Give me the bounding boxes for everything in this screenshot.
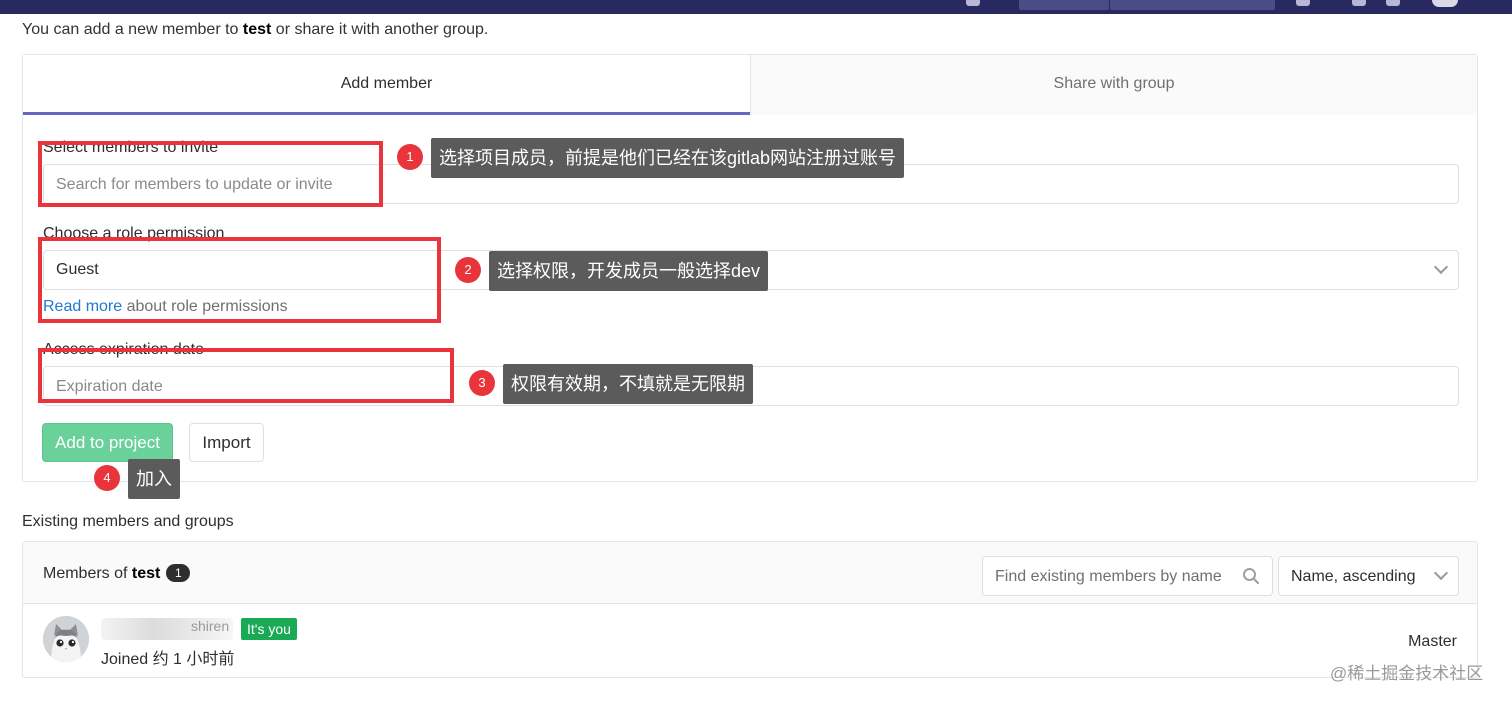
sort-dropdown[interactable]: Name, ascending bbox=[1278, 556, 1459, 596]
highlight-box-expiration bbox=[38, 348, 454, 403]
add-to-project-button[interactable]: Add to project bbox=[42, 423, 173, 462]
find-members-placeholder: Find existing members by name bbox=[995, 568, 1222, 585]
import-button[interactable]: Import bbox=[189, 423, 264, 462]
navbar-search-segment[interactable] bbox=[1019, 0, 1109, 10]
members-title: Members of test 1 bbox=[43, 564, 191, 583]
annotation-callout-3: 权限有效期，不填就是无限期 bbox=[503, 364, 753, 404]
intro-prefix: You can add a new member to bbox=[22, 21, 243, 38]
chevron-down-icon bbox=[1433, 259, 1449, 275]
sort-selected-value: Name, ascending bbox=[1291, 568, 1416, 585]
chevron-down-icon bbox=[1433, 565, 1449, 581]
annotation-marker-3: 3 bbox=[469, 370, 495, 396]
members-title-prefix: Members of bbox=[43, 565, 132, 582]
merge-requests-icon[interactable] bbox=[1352, 0, 1366, 6]
todos-icon[interactable] bbox=[1386, 0, 1400, 6]
avatar bbox=[43, 616, 89, 662]
annotation-marker-4: 4 bbox=[94, 465, 120, 491]
annotation-marker-2: 2 bbox=[455, 257, 481, 283]
member-role: Master bbox=[1408, 633, 1457, 650]
annotation-marker-1: 1 bbox=[397, 144, 423, 170]
member-name-tail: shiren bbox=[191, 618, 230, 634]
watermark: @稀土掘金技术社区 bbox=[1330, 664, 1484, 683]
member-count-badge: 1 bbox=[166, 564, 191, 582]
its-you-badge: It's you bbox=[241, 618, 297, 640]
navbar-search-input[interactable] bbox=[1110, 0, 1275, 10]
member-joined-time: Joined 约 1 小时前 bbox=[101, 651, 235, 668]
member-row: shiren It's you Joined 约 1 小时前 Master bbox=[23, 604, 1477, 677]
cat-avatar-icon bbox=[43, 616, 89, 662]
existing-members-title: Existing members and groups bbox=[22, 513, 234, 530]
annotation-callout-1: 选择项目成员，前提是他们已经在该gitlab网站注册过账号 bbox=[431, 138, 905, 178]
annotation-callout-2: 选择权限，开发成员一般选择dev bbox=[489, 251, 769, 291]
member-tabs: Add member Share with group bbox=[23, 55, 1477, 115]
annotation-callout-4: 加入 bbox=[128, 459, 180, 499]
intro-text: You can add a new member to test or shar… bbox=[22, 21, 488, 39]
members-header: Members of test 1 Find existing members b… bbox=[23, 542, 1477, 604]
intro-project-name: test bbox=[242, 21, 272, 38]
highlight-box-members bbox=[38, 141, 383, 207]
todo-icon[interactable] bbox=[966, 0, 980, 6]
tab-add-member[interactable]: Add member bbox=[23, 55, 750, 115]
members-project-name: test bbox=[131, 565, 161, 582]
user-avatar-menu[interactable] bbox=[1432, 0, 1458, 7]
search-icon bbox=[1243, 568, 1260, 585]
tab-share-with-group[interactable]: Share with group bbox=[750, 55, 1477, 115]
intro-suffix: or share it with another group. bbox=[271, 21, 489, 38]
issues-icon[interactable] bbox=[1296, 0, 1310, 6]
highlight-box-role bbox=[38, 237, 441, 323]
members-panel: Members of test 1 Find existing members b… bbox=[22, 541, 1478, 678]
find-members-input[interactable]: Find existing members by name bbox=[982, 556, 1273, 596]
top-navbar bbox=[0, 0, 1512, 14]
